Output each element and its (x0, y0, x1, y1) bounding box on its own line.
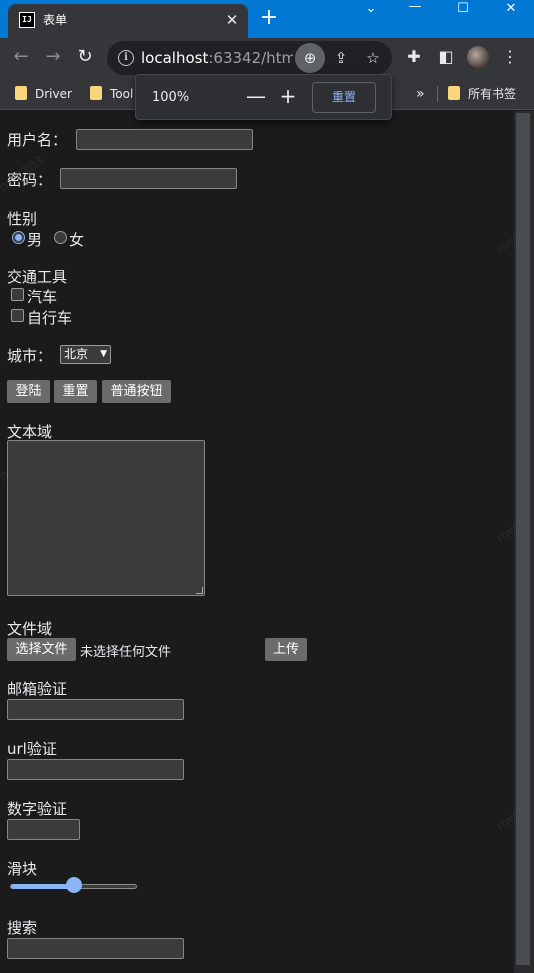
tab-title: 表单 (43, 13, 68, 27)
tab-search-chevron-icon[interactable]: ⌄ (348, 0, 394, 22)
text-area[interactable] (7, 440, 205, 596)
checkbox-bicycle-label: 自行车 (27, 309, 73, 327)
number-input[interactable] (7, 819, 80, 840)
folder-icon (448, 86, 460, 100)
bookmarks-overflow-icon[interactable]: » (416, 85, 425, 103)
window-titlebar: IJ 表单 ✕ + ⌄ — ☐ ✕ (0, 0, 534, 38)
gender-female-label: 女 (69, 231, 85, 249)
bookmark-star-icon[interactable]: ☆ (363, 48, 383, 68)
zoom-popup: 100% — + 重置 (135, 74, 392, 120)
active-tab[interactable]: IJ 表单 ✕ (8, 4, 248, 38)
forward-arrow-icon[interactable]: → (38, 42, 68, 72)
range-slider-thumb[interactable] (65, 877, 82, 893)
bookmark-all[interactable]: 所有书签 (448, 85, 516, 103)
page-scrollbar[interactable] (514, 111, 534, 973)
intellij-favicon-icon: IJ (19, 12, 35, 28)
bookmarks-divider (437, 86, 438, 102)
normal-button[interactable]: 普通按钮 (102, 380, 171, 403)
site-info-icon[interactable]: i (118, 50, 134, 66)
url-host: localhost (141, 49, 209, 67)
file-status-text: 未选择任何文件 (80, 645, 172, 660)
extensions-puzzle-icon[interactable]: ✚ (403, 46, 425, 68)
bookmark-label: Tool (110, 87, 134, 101)
minimize-icon[interactable]: — (392, 0, 438, 20)
url-input[interactable] (7, 759, 184, 780)
password-input[interactable] (60, 168, 237, 189)
textarea-label: 文本域 (7, 423, 53, 441)
transport-label: 交通工具 (7, 268, 68, 286)
username-input[interactable] (76, 129, 253, 150)
bookmark-label: 所有书签 (468, 87, 517, 101)
new-tab-icon[interactable]: + (257, 6, 281, 32)
checkbox-car-label: 汽车 (27, 288, 58, 306)
email-label: 邮箱验证 (7, 680, 68, 698)
city-selected-value: 北京 (64, 347, 89, 361)
bookmark-label: Driver (35, 87, 72, 101)
zoom-magnifier-icon: ⊕ (303, 49, 317, 67)
gender-radio-male[interactable] (12, 231, 25, 244)
share-icon[interactable]: ⇪ (331, 48, 351, 68)
bookmark-tool[interactable]: Tool (90, 85, 133, 103)
page-content: nw0803 nwsx nw0803 nwsx nwsx 用户名： 密码： 性别… (0, 111, 530, 973)
close-tab-icon[interactable]: ✕ (222, 10, 242, 30)
zoom-indicator-button[interactable]: ⊕ (295, 43, 325, 73)
range-label: 滑块 (7, 860, 38, 878)
zoom-out-button[interactable]: — (243, 84, 269, 110)
back-arrow-icon[interactable]: ← (6, 42, 36, 72)
side-panel-icon[interactable]: ◧ (435, 46, 457, 68)
url-path: :63342/htm... (208, 49, 293, 67)
menu-kebab-icon[interactable]: ⋮ (499, 46, 521, 68)
city-select[interactable]: 北京 ▼ (60, 345, 111, 364)
zoom-reset-button[interactable]: 重置 (312, 82, 376, 113)
maximize-icon[interactable]: ☐ (440, 0, 486, 22)
bookmark-driver[interactable]: Driver (15, 85, 72, 103)
reload-icon[interactable]: ↻ (70, 42, 100, 72)
search-label: 搜索 (7, 919, 38, 937)
folder-icon (15, 86, 27, 100)
zoom-level-text: 100% (152, 90, 190, 105)
search-input[interactable] (7, 938, 184, 959)
scrollbar-thumb[interactable] (516, 113, 530, 965)
chevron-down-icon: ▼ (100, 349, 107, 359)
gender-radio-female[interactable] (54, 231, 67, 244)
choose-file-button[interactable]: 选择文件 (7, 638, 76, 661)
checkbox-car[interactable] (11, 288, 24, 301)
checkbox-bicycle[interactable] (11, 309, 24, 322)
email-input[interactable] (7, 699, 184, 720)
range-slider-fill (11, 884, 75, 889)
password-label: 密码： (7, 171, 53, 189)
gender-male-label: 男 (27, 231, 43, 249)
username-label: 用户名： (7, 131, 68, 149)
close-window-icon[interactable]: ✕ (488, 0, 534, 22)
url-text[interactable]: localhost:63342/htm... (141, 49, 293, 67)
folder-icon (90, 86, 102, 100)
zoom-in-button[interactable]: + (275, 84, 301, 110)
reset-button[interactable]: 重置 (54, 380, 97, 403)
url-label: url验证 (7, 740, 57, 758)
browser-toolbar: ← → ↻ i localhost:63342/htm... ⊕ ⇪ ☆ ✚ ◧… (0, 38, 534, 78)
file-label: 文件域 (7, 620, 53, 638)
submit-button[interactable]: 登陆 (7, 380, 50, 403)
resize-handle-icon[interactable] (196, 587, 203, 594)
number-label: 数字验证 (7, 800, 68, 818)
gender-label: 性别 (7, 210, 38, 228)
profile-avatar[interactable] (467, 46, 489, 68)
city-label: 城市： (7, 347, 53, 365)
address-bar[interactable]: i localhost:63342/htm... ⊕ ⇪ ☆ (107, 41, 392, 75)
upload-button[interactable]: 上传 (265, 638, 307, 661)
